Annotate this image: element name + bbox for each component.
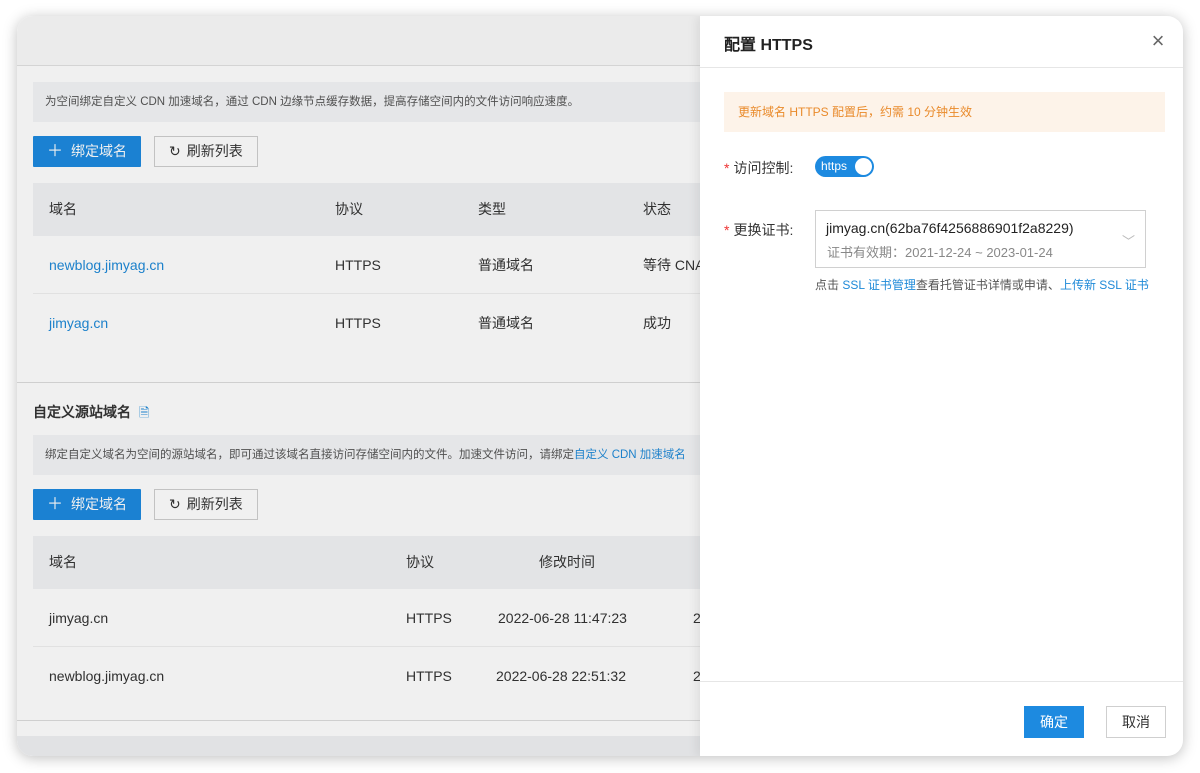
drawer-footer: 确定 取消 [700,681,1183,756]
help-prefix: 点击 [815,278,843,292]
confirm-button[interactable]: 确定 [1024,706,1084,738]
certificate-select[interactable]: jimyag.cn(62ba76f4256886901f2a8229) 证书有效… [815,210,1146,268]
certificate-label-text: 更换证书: [733,222,794,238]
modal-mask[interactable] [17,16,700,756]
close-icon[interactable]: × [1147,30,1169,52]
certificate-help-text: 点击 SSL 证书管理查看托管证书详情或申请、上传新 SSL 证书 [815,276,1149,293]
certificate-validity: 证书有效期：2021-12-24 ~ 2023-01-24 [827,245,1053,260]
drawer-title: 配置 HTTPS [724,37,813,54]
cancel-button[interactable]: 取消 [1106,706,1166,738]
toggle-knob [855,158,872,175]
domain-management-page: 为空间绑定自定义 CDN 加速域名，通过 CDN 边缘节点缓存数据，提高存储空间… [17,16,704,756]
help-middle: 查看托管证书详情或申请、 [915,278,1060,292]
ssl-cert-management-link[interactable]: SSL 证书管理 [842,278,916,292]
warning-alert: 更新域名 HTTPS 配置后，约需 10 分钟生效 [724,92,1165,132]
certificate-label: * 更换证书: [724,220,793,240]
upload-ssl-cert-link[interactable]: 上传新 SSL 证书 [1060,278,1149,292]
required-mark: * [724,160,730,176]
https-config-drawer: 配置 HTTPS × 更新域名 HTTPS 配置后，约需 10 分钟生效 * 访问… [700,16,1183,756]
access-control-label: * 访问控制: [724,158,793,178]
access-control-label-text: 访问控制: [733,160,794,176]
required-mark: * [724,222,730,238]
drawer-header: 配置 HTTPS × [700,16,1183,68]
certificate-value: jimyag.cn(62ba76f4256886901f2a8229) [826,220,1074,236]
app-window: 为空间绑定自定义 CDN 加速域名，通过 CDN 边缘节点缓存数据，提高存储空间… [17,16,1183,756]
https-toggle[interactable]: https [815,156,874,177]
chevron-down-icon: ﹀ [1121,234,1135,249]
https-toggle-text: https [821,159,848,173]
